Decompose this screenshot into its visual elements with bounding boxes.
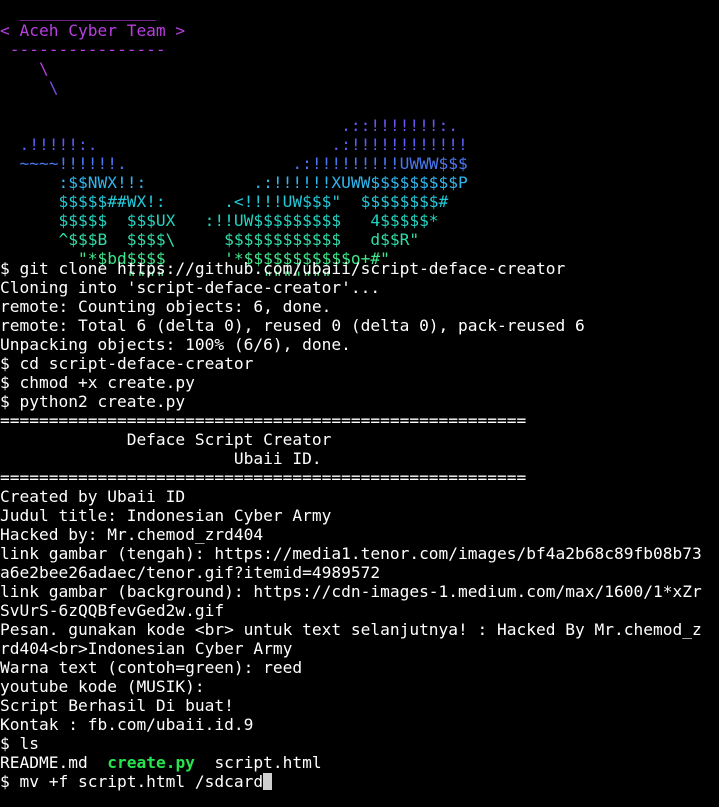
banner-line: .::!!!!!!!:. [0, 116, 459, 135]
command-line: $ chmod +x create.py [0, 373, 195, 392]
banner-line: ~~~~!!!!!!. .:!!!!!!!!!UWWW$$$ [0, 154, 468, 173]
output-line: Ubaii ID. [0, 449, 322, 468]
output-line: SvUrS-6zQQBfevGed2w.gif [0, 601, 225, 620]
output-line: ========================================… [0, 411, 527, 430]
output-line: Cloning into 'script-deface-creator'... [0, 278, 381, 297]
command-line: $ git clone https://github.com/ubaii/scr… [0, 259, 566, 278]
output-line: Created by Ubaii ID [0, 487, 186, 506]
banner-line: \ [0, 59, 49, 78]
banner-line [0, 97, 719, 116]
banner-line: ---------------- [0, 40, 166, 59]
file-script-html: script.html [214, 753, 322, 772]
terminal-output: $ git clone https://github.com/ubaii/scr… [0, 259, 719, 791]
output-line: Unpacking objects: 100% (6/6), done. [0, 335, 351, 354]
banner-line: ______________ [0, 2, 156, 21]
terminal-window[interactable]: ______________ < Aceh Cyber Team > ------… [0, 0, 719, 807]
banner-line: :$$NWX!!: .:!!!!!!XUWW$$$$$$$$$P [0, 173, 468, 192]
output-line: Warna text (contoh=green): reed [0, 658, 303, 677]
output-line: Pesan. gunakan kode <br> untuk text sela… [0, 620, 702, 639]
file-readme: README.md [0, 753, 88, 772]
output-line: youtube kode (MUSIK): [0, 677, 205, 696]
output-line: a6e2bee26adaec/tenor.gif?itemid=4989572 [0, 563, 381, 582]
output-line: link gambar (background): https://cdn-im… [0, 582, 702, 601]
output-line: Kontak : fb.com/ubaii.id.9 [0, 715, 254, 734]
output-line: Judul title: Indonesian Cyber Army [0, 506, 332, 525]
command-line: $ ls [0, 734, 39, 753]
banner-line: .!!!!!:. .:!!!!!!!!!!!! [0, 135, 468, 154]
command-line: $ python2 create.py [0, 392, 186, 411]
output-line: remote: Counting objects: 6, done. [0, 297, 332, 316]
output-line: rd404<br>Indonesian Cyber Army [0, 639, 293, 658]
banner-line: ^$$$B $$$$\ $$$$$$$$$$$$ d$$R" [0, 230, 420, 249]
output-line: Deface Script Creator [0, 430, 332, 449]
ls-output-line: README.md create.py script.html [0, 753, 719, 772]
output-line: remote: Total 6 (delta 0), reused 0 (del… [0, 316, 585, 335]
output-line: Hacked by: Mr.chemod_zrd404 [0, 525, 264, 544]
output-line: ========================================… [0, 468, 527, 487]
banner-line: $$$$$ $$$UX :!!UW$$$$$$$$$ 4$$$$$* [0, 211, 439, 230]
banner-line: $$$$$##WX!: .<!!!!UW$$$" $$$$$$$$# [0, 192, 449, 211]
banner-line: < Aceh Cyber Team > [0, 21, 186, 40]
output-line: link gambar (tengah): https://media1.ten… [0, 544, 702, 563]
text-cursor [263, 773, 273, 790]
output-line: Script Berhasil Di buat! [0, 696, 234, 715]
ascii-banner: ______________ < Aceh Cyber Team > ------… [0, 2, 719, 287]
file-create-py: create.py [107, 753, 195, 772]
banner-line: \ [0, 78, 59, 97]
command-prompt-line[interactable]: $ mv +f script.html /sdcard [0, 772, 719, 791]
command-line: $ cd script-deface-creator [0, 354, 254, 373]
current-command[interactable]: $ mv +f script.html /sdcard [0, 772, 263, 791]
